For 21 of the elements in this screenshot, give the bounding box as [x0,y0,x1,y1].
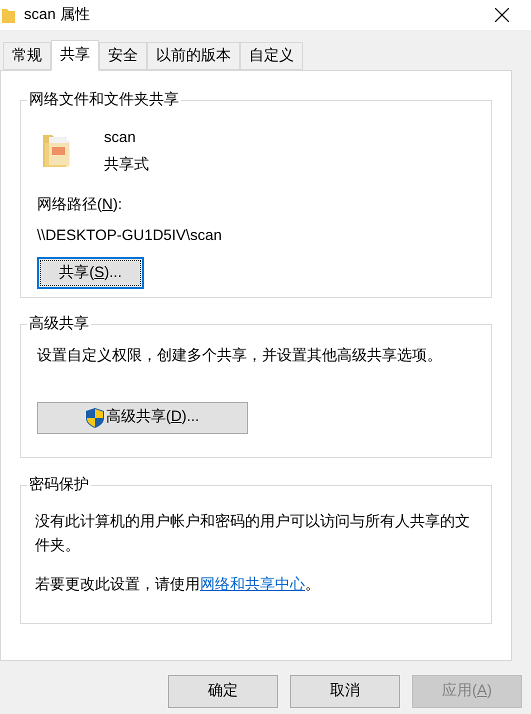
share-status: 共享式 [104,154,149,174]
window-title: scan 属性 [24,4,90,25]
advanced-sharing-button[interactable]: 高级共享(D)... [37,402,248,434]
path-label: 网络路径(N): [37,195,124,215]
network-center-link[interactable]: 网络和共享中心 [200,576,305,593]
advanced-description: 设置自定义权限，创建多个共享，并设置其他高级共享选项。 [37,346,443,366]
password-description: 没有此计算机的用户帐户和密码的用户可以访问与所有人共享的文件夹。 [35,512,471,556]
network-path: \\DESKTOP-GU1D5IV\scan [37,226,223,246]
settings-hint: 若要更改此设置，请使用网络和共享中心。 [35,575,321,595]
tab[interactable]: 共享 [51,40,99,71]
dialog-button[interactable]: 确定 [168,675,278,708]
dialog-button[interactable]: 取消 [290,675,400,708]
shield-icon [86,408,104,428]
tab[interactable]: 自定义 [240,42,303,70]
tab[interactable]: 以前的版本 [147,42,240,70]
close-icon[interactable] [495,8,509,22]
folder-icon [2,7,15,23]
tab[interactable]: 常规 [3,42,51,70]
share-button[interactable]: 共享(S)... [37,257,144,289]
tab[interactable]: 安全 [99,42,147,70]
item-name: scan [104,128,137,148]
